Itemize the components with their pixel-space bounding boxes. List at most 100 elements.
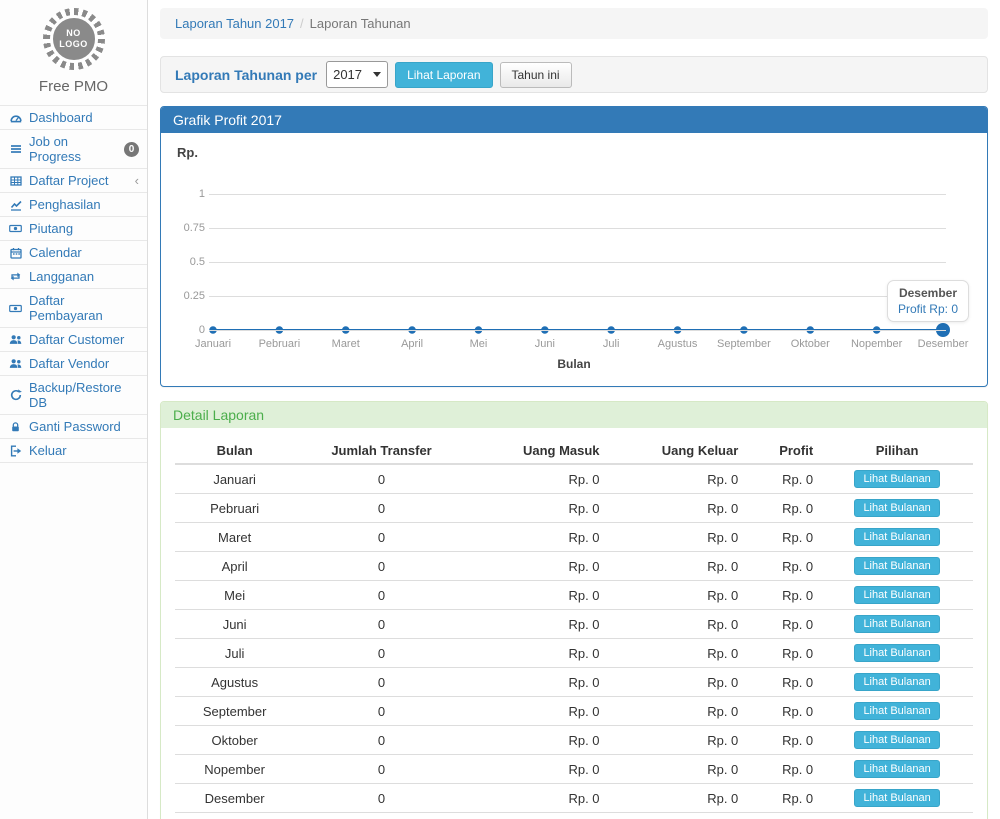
lihat-bulanan-button[interactable]: Lihat Bulanan [854, 731, 939, 749]
sidebar-item-label: Dashboard [29, 110, 93, 125]
filter-bar: Laporan Tahunan per 2017 Lihat Laporan T… [160, 56, 988, 93]
sidebar-menu: Dashboard Job on Progress 0 Daftar Project ‹… [0, 105, 147, 463]
lihat-bulanan-button[interactable]: Lihat Bulanan [854, 528, 939, 546]
lihat-bulanan-button[interactable]: Lihat Bulanan [854, 644, 939, 662]
x-tick-label: Oktober [791, 338, 830, 350]
report-table-head: BulanJumlah TransferUang MasukUang Kelua… [175, 438, 973, 464]
sidebar-item-keluar[interactable]: Keluar [0, 439, 147, 463]
report-table: BulanJumlah TransferUang MasukUang Kelua… [175, 438, 973, 819]
lihat-laporan-button[interactable]: Lihat Laporan [395, 62, 492, 88]
chart-panel: Grafik Profit 2017 Rp. Bulan Desember Pr… [160, 106, 988, 387]
lihat-bulanan-button[interactable]: Lihat Bulanan [854, 789, 939, 807]
sidebar-item-penghasilan[interactable]: Penghasilan [0, 193, 147, 217]
table-row: Desember0Rp. 0Rp. 0Rp. 0Lihat Bulanan [175, 784, 973, 813]
lihat-bulanan-button[interactable]: Lihat Bulanan [854, 760, 939, 778]
sign-out-icon [8, 445, 23, 457]
users-icon [8, 358, 23, 369]
lihat-bulanan-button[interactable]: Lihat Bulanan [854, 499, 939, 517]
column-header-bulan: Bulan [175, 438, 294, 464]
sidebar-item-daftar-pembayaran[interactable]: Daftar Pembayaran [0, 289, 147, 328]
table-row: Nopember0Rp. 0Rp. 0Rp. 0Lihat Bulanan [175, 755, 973, 784]
gridline [209, 194, 946, 195]
sidebar-item-calendar[interactable]: Calendar [0, 241, 147, 265]
calendar-icon [8, 247, 23, 259]
chevron-left-icon: ‹ [135, 174, 139, 187]
job-count-badge: 0 [124, 142, 139, 157]
chart-tooltip: Desember Profit Rp: 0 [887, 280, 969, 322]
breadcrumb-separator: / [300, 16, 304, 31]
x-tick-label: Nopember [851, 338, 902, 350]
logo-area: NO LOGO Free PMO [0, 0, 147, 105]
x-tick-label: Mei [470, 338, 488, 350]
tasks-icon [8, 143, 23, 155]
sidebar-item-backup-restore-db[interactable]: Backup/Restore DB [0, 376, 147, 415]
app-logo: NO LOGO [43, 8, 105, 70]
tooltip-title: Desember [898, 286, 958, 300]
sidebar-item-piutang[interactable]: Piutang [0, 217, 147, 241]
detail-panel-title: Detail Laporan [161, 402, 987, 428]
gridline [209, 330, 946, 331]
x-tick-label: Pebruari [259, 338, 301, 350]
lihat-bulanan-button[interactable]: Lihat Bulanan [854, 673, 939, 691]
report-table-body: Januari0Rp. 0Rp. 0Rp. 0Lihat BulananPebr… [175, 464, 973, 819]
table-icon [8, 175, 23, 187]
lihat-bulanan-button[interactable]: Lihat Bulanan [854, 586, 939, 604]
sidebar-item-label: Piutang [29, 221, 73, 236]
column-header-uang-keluar: Uang Keluar [608, 438, 747, 464]
year-select[interactable]: 2017 [326, 61, 388, 88]
sidebar: NO LOGO Free PMO Dashboard Job on Progres… [0, 0, 148, 819]
table-row: April0Rp. 0Rp. 0Rp. 0Lihat Bulanan [175, 552, 973, 581]
logo-text-line2: LOGO [59, 39, 88, 50]
lihat-bulanan-button[interactable]: Lihat Bulanan [854, 557, 939, 575]
y-tick-label: 0.5 [175, 256, 205, 268]
column-header-profit: Profit [746, 438, 821, 464]
refresh-icon [8, 389, 23, 401]
app-name: Free PMO [0, 78, 147, 95]
sidebar-item-ganti-password[interactable]: Ganti Password [0, 415, 147, 439]
lihat-bulanan-button[interactable]: Lihat Bulanan [854, 470, 939, 488]
x-tick-label: September [717, 338, 771, 350]
total-row: Total0Rp. 0Rp. 0Rp. 0 [175, 813, 973, 819]
sidebar-item-label: Daftar Project [29, 173, 108, 188]
column-header-pilihan: Pilihan [821, 438, 973, 464]
tahun-ini-button[interactable]: Tahun ini [500, 62, 572, 88]
page: NO LOGO Free PMO Dashboard Job on Progres… [0, 0, 1000, 819]
table-row: Mei0Rp. 0Rp. 0Rp. 0Lihat Bulanan [175, 581, 973, 610]
sidebar-item-daftar-project[interactable]: Daftar Project ‹ [0, 169, 147, 193]
column-header-jumlah-transfer: Jumlah Transfer [294, 438, 469, 464]
breadcrumb-current: Laporan Tahunan [310, 16, 411, 31]
gridline [209, 262, 946, 263]
y-tick-label: 0.25 [175, 290, 205, 302]
breadcrumb-link[interactable]: Laporan Tahun 2017 [175, 16, 294, 31]
sidebar-item-label: Daftar Customer [29, 332, 124, 347]
sidebar-item-job-on-progress[interactable]: Job on Progress 0 [0, 130, 147, 169]
x-tick-label: Januari [195, 338, 231, 350]
line-chart-icon [8, 199, 23, 211]
filter-label: Laporan Tahunan per [175, 67, 317, 83]
y-tick-label: 0 [175, 324, 205, 336]
tooltip-value: Profit Rp: 0 [898, 302, 958, 316]
exchange-icon [8, 271, 23, 282]
sidebar-item-label: Backup/Restore DB [29, 380, 139, 410]
table-row: Maret0Rp. 0Rp. 0Rp. 0Lihat Bulanan [175, 523, 973, 552]
x-tick-label: Agustus [658, 338, 698, 350]
table-row: Januari0Rp. 0Rp. 0Rp. 0Lihat Bulanan [175, 464, 973, 494]
x-tick-label: Juni [535, 338, 555, 350]
sidebar-item-dashboard[interactable]: Dashboard [0, 106, 147, 130]
sidebar-item-label: Job on Progress [29, 134, 118, 164]
table-row: Juli0Rp. 0Rp. 0Rp. 0Lihat Bulanan [175, 639, 973, 668]
x-tick-label: Maret [332, 338, 360, 350]
breadcrumb: Laporan Tahun 2017 / Laporan Tahunan [160, 8, 988, 39]
sidebar-item-daftar-vendor[interactable]: Daftar Vendor [0, 352, 147, 376]
lihat-bulanan-button[interactable]: Lihat Bulanan [854, 615, 939, 633]
year-select-value: 2017 [333, 67, 362, 82]
lihat-bulanan-button[interactable]: Lihat Bulanan [854, 702, 939, 720]
sidebar-item-daftar-customer[interactable]: Daftar Customer [0, 328, 147, 352]
sidebar-item-langganan[interactable]: Langganan [0, 265, 147, 289]
money-icon [8, 223, 23, 234]
profit-chart[interactable]: Bulan Desember Profit Rp: 0 00.250.50.75… [175, 164, 973, 378]
sidebar-item-label: Calendar [29, 245, 82, 260]
table-row: Pebruari0Rp. 0Rp. 0Rp. 0Lihat Bulanan [175, 494, 973, 523]
main-content: Laporan Tahun 2017 / Laporan Tahunan Lapor… [148, 0, 1000, 819]
y-tick-label: 0.75 [175, 222, 205, 234]
